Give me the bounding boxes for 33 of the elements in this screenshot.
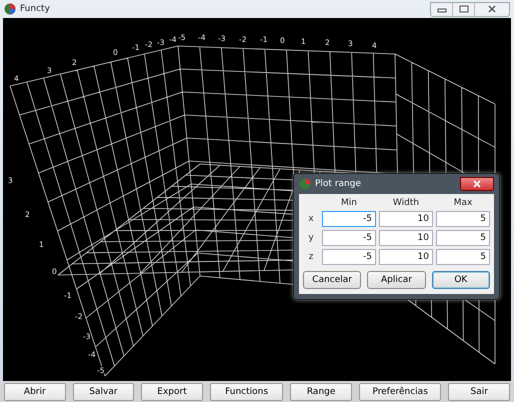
window-title: Functy [20,4,50,14]
number-field[interactable]: 10 [379,230,433,246]
axis-label: x [307,214,315,224]
column-header: Width [392,198,420,208]
dialog-button[interactable]: Cancelar [303,271,362,289]
number-field[interactable]: 10 [379,249,433,265]
column-header: Min [340,198,358,208]
column-header: Max [452,198,474,208]
number-field[interactable]: 5 [436,249,490,265]
toolbar-button[interactable]: Export [141,383,203,401]
toolbar-button[interactable]: Preferências [358,383,442,401]
dialog-button[interactable]: Aplicar [367,271,426,289]
app-icon [299,178,311,190]
toolbar-button[interactable]: Abrir [4,383,66,401]
dialog-title: Plot range [315,179,361,189]
number-field[interactable]: 5 [436,230,490,246]
close-button[interactable] [460,177,494,191]
number-field[interactable]: -5 [322,230,376,246]
app-icon [4,3,16,15]
axis-label: z [308,252,314,262]
close-icon [487,5,497,13]
maximize-icon [458,5,468,13]
toolbar-button[interactable]: Sair [448,383,510,401]
close-icon [472,180,482,188]
dialog-button[interactable]: OK [432,271,490,289]
number-field[interactable]: 5 [436,211,490,227]
axis-label: y [307,233,315,243]
toolbar-button[interactable]: Salvar [72,383,134,401]
number-field[interactable]: 10 [379,211,433,227]
number-field[interactable]: -5 [322,211,376,227]
toolbar-button[interactable]: Range [290,383,352,401]
toolbar-button[interactable]: Functions [210,383,284,401]
number-field[interactable]: -5 [322,249,376,265]
